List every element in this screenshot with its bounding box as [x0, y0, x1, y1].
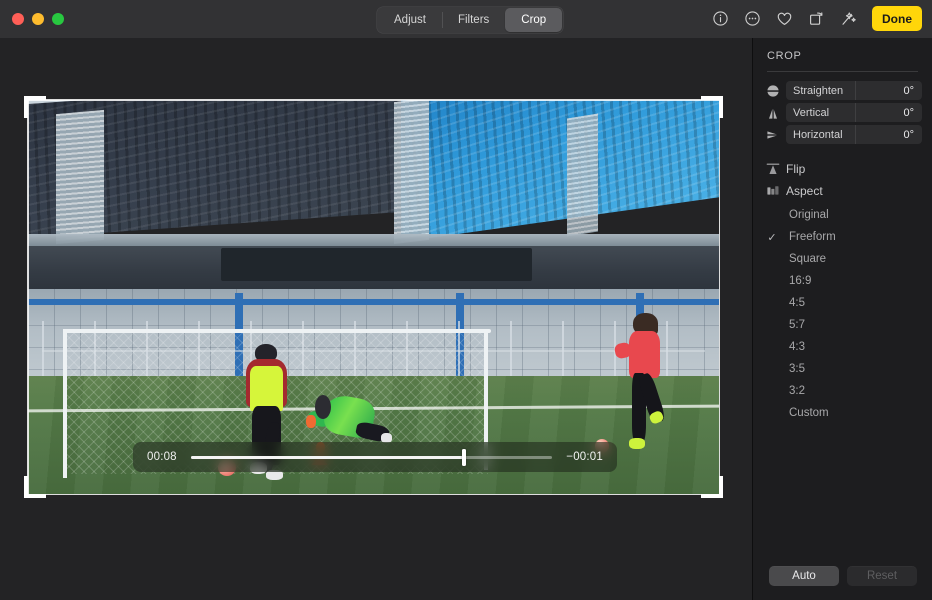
- aspect-option-3-2[interactable]: 3:2: [765, 380, 922, 402]
- auto-button[interactable]: Auto: [769, 566, 839, 586]
- aspect-option-label: 4:3: [779, 341, 805, 353]
- video-frame-image: [28, 100, 719, 494]
- aspect-options-list: Original ✓ Freeform Square 16:9 4:5 5:7: [753, 204, 932, 424]
- control-vertical[interactable]: Vertical 0°: [765, 103, 922, 122]
- auto-enhance-wand-icon[interactable]: [838, 9, 858, 29]
- horizontal-field[interactable]: Horizontal 0°: [786, 125, 922, 144]
- done-button[interactable]: Done: [872, 6, 922, 31]
- aspect-option-4-5[interactable]: 4:5: [765, 292, 922, 314]
- aspect-icon: [765, 183, 781, 199]
- elapsed-time: 00:08: [147, 451, 177, 463]
- remaining-time: −00:01: [566, 451, 603, 463]
- straighten-label: Straighten: [786, 85, 855, 97]
- tab-filters[interactable]: Filters: [442, 8, 505, 32]
- aspect-check-freeform: ✓: [765, 231, 779, 244]
- aspect-option-square[interactable]: Square: [765, 248, 922, 270]
- minimize-button[interactable]: [32, 13, 44, 25]
- vertical-label: Vertical: [786, 107, 855, 119]
- aspect-option-5-7[interactable]: 5:7: [765, 314, 922, 336]
- control-flip[interactable]: Flip: [765, 158, 922, 180]
- video-preview[interactable]: [28, 100, 719, 494]
- aspect-option-freeform[interactable]: ✓ Freeform: [765, 226, 922, 248]
- scrubber-playhead[interactable]: [462, 449, 466, 466]
- panel-title: CROP: [767, 50, 932, 62]
- close-button[interactable]: [12, 13, 24, 25]
- vertical-value[interactable]: 0°: [856, 107, 922, 119]
- aspect-label: Aspect: [786, 184, 823, 198]
- aspect-option-label: 5:7: [779, 319, 805, 331]
- video-scrubber[interactable]: [191, 456, 553, 459]
- scrubber-progress: [191, 456, 464, 459]
- control-horizontal[interactable]: Horizontal 0°: [765, 125, 922, 144]
- aspect-option-4-3[interactable]: 4:3: [765, 336, 922, 358]
- aspect-option-original[interactable]: Original: [765, 204, 922, 226]
- tab-adjust[interactable]: Adjust: [378, 8, 442, 32]
- vertical-icon: [765, 105, 781, 121]
- player-runner: [622, 313, 667, 451]
- reset-button[interactable]: Reset: [847, 566, 917, 586]
- straighten-value[interactable]: 0°: [856, 85, 922, 97]
- aspect-option-label: 3:2: [779, 385, 805, 397]
- control-aspect[interactable]: Aspect: [765, 180, 922, 202]
- window-traffic-lights: [12, 13, 64, 25]
- aspect-option-label: 4:5: [779, 297, 805, 309]
- aspect-option-label: 16:9: [779, 275, 811, 287]
- aspect-option-label: Custom: [779, 407, 829, 419]
- info-icon[interactable]: [710, 9, 730, 29]
- horizontal-icon: [765, 127, 781, 143]
- horizontal-value[interactable]: 0°: [856, 129, 922, 141]
- photos-editor-window: Adjust Filters Crop: [0, 0, 932, 600]
- editor-canvas[interactable]: 00:08 −00:01: [0, 38, 752, 600]
- aspect-option-label: Original: [779, 209, 829, 221]
- flip-icon: [765, 161, 781, 177]
- rotate-icon[interactable]: [806, 9, 826, 29]
- edit-mode-segmented-control[interactable]: Adjust Filters Crop: [377, 7, 563, 33]
- toolbar-actions: Done: [710, 6, 922, 31]
- more-options-icon[interactable]: [742, 9, 762, 29]
- tab-crop[interactable]: Crop: [505, 8, 562, 32]
- aspect-option-custom[interactable]: Custom: [765, 402, 922, 424]
- aspect-option-16-9[interactable]: 16:9: [765, 270, 922, 292]
- video-player-controls[interactable]: 00:08 −00:01: [133, 442, 617, 472]
- vertical-field[interactable]: Vertical 0°: [786, 103, 922, 122]
- title-bar: Adjust Filters Crop: [0, 0, 932, 38]
- favorite-heart-icon[interactable]: [774, 9, 794, 29]
- horizontal-label: Horizontal: [786, 129, 855, 141]
- panel-footer-buttons: Auto Reset: [753, 566, 932, 586]
- aspect-option-3-5[interactable]: 3:5: [765, 358, 922, 380]
- aspect-option-label: 3:5: [779, 363, 805, 375]
- straighten-field[interactable]: Straighten 0°: [786, 81, 922, 100]
- flip-label: Flip: [786, 162, 805, 176]
- control-straighten[interactable]: Straighten 0°: [765, 81, 922, 100]
- crop-panel: CROP Straighten 0°: [752, 38, 932, 600]
- zoom-button[interactable]: [52, 13, 64, 25]
- straighten-icon: [765, 83, 781, 99]
- aspect-option-label: Freeform: [779, 231, 836, 243]
- aspect-option-label: Square: [779, 253, 826, 265]
